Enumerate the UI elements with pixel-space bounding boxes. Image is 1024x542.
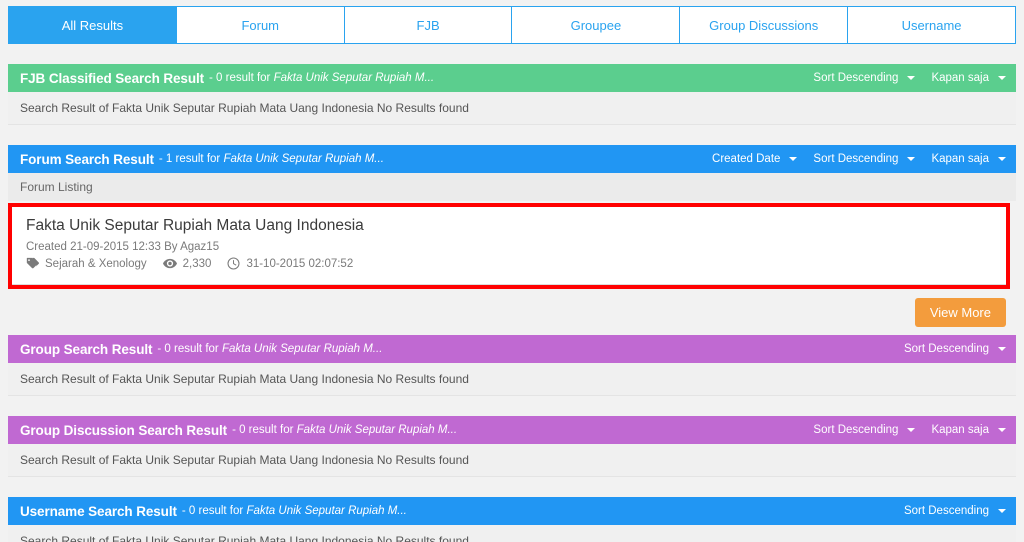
forum-sort-label: Sort Descending [813,153,899,165]
group-count-prefix: - 0 result for [157,343,222,355]
forum-timeframe-label: Kapan saja [931,153,989,165]
tab-label: Forum [241,17,280,33]
fjb-sort-label: Sort Descending [813,72,899,84]
forum-result-created: Created 21-09-2015 12:33 By Agaz15 [26,241,220,253]
username-result-count: - 0 result for Fakta Unik Seputar Rupiah… [182,505,407,517]
fjb-search-term: Fakta Unik Seputar Rupiah M... [273,72,435,84]
chevron-down-icon [907,428,916,432]
forum-result-time-label: 31-10-2015 02:07:52 [246,257,354,270]
highlighted-result-region: Fakta Unik Seputar Rupiah Mata Uang Indo… [8,203,1010,289]
fjb-section-title: FJB Classified Search Result [20,70,205,86]
search-scope-tabs: All Results Forum FJB Groupee Group Disc… [0,6,1024,44]
tab-fjb[interactable]: FJB [344,6,513,44]
fjb-timeframe-label: Kapan saja [931,72,989,84]
section-username: Username Search Result - 0 result for Fa… [8,497,1016,542]
chevron-down-icon [998,428,1006,432]
section-group: Group Search Result - 0 result for Fakta… [8,335,1016,396]
username-sort-label: Sort Descending [903,505,989,517]
clock-icon [227,257,240,270]
tab-label: Group Discussions [709,17,819,33]
username-count-prefix: - 0 result for [181,505,247,517]
forum-result-views: 2,330 [162,257,212,270]
group-discussion-sort-label: Sort Descending [813,424,899,436]
group-empty-message: Search Result of Fakta Unik Seputar Rupi… [8,363,1016,396]
group-discussion-section-title: Group Discussion Search Result [20,422,228,438]
forum-result-item[interactable]: Fakta Unik Seputar Rupiah Mata Uang Indo… [12,207,1006,285]
section-forum: Forum Search Result - 1 result for Fakta… [8,145,1016,327]
forum-section-header: Forum Search Result - 1 result for Fakta… [8,145,1016,173]
forum-timeframe-dropdown[interactable]: Kapan saja [931,153,1006,165]
fjb-result-count: - 0 result for Fakta Unik Seputar Rupiah… [209,72,434,84]
fjb-timeframe-dropdown[interactable]: Kapan saja [931,72,1006,84]
fjb-sort-dropdown[interactable]: Sort Descending [813,72,916,84]
forum-count-prefix: - 1 result for [158,153,224,165]
chevron-down-icon [789,157,798,161]
group-discussion-section-header: Group Discussion Search Result - 0 resul… [8,416,1016,444]
forum-result-title[interactable]: Fakta Unik Seputar Rupiah Mata Uang Indo… [26,217,992,235]
username-sort-dropdown[interactable]: Sort Descending [904,505,1006,517]
section-fjb-classified: FJB Classified Search Result - 0 result … [8,64,1016,125]
chevron-down-icon [998,509,1006,513]
tab-groupee[interactable]: Groupee [512,6,681,44]
username-section-header: Username Search Result - 0 result for Fa… [8,497,1016,525]
fjb-section-header: FJB Classified Search Result - 0 result … [8,64,1016,92]
view-more-row: View More [8,289,1016,327]
forum-result-views-count: 2,330 [182,257,212,270]
tab-group-discussions[interactable]: Group Discussions [680,6,849,44]
forum-result-count: - 1 result for Fakta Unik Seputar Rupiah… [159,153,384,165]
chevron-down-icon [907,157,916,161]
view-more-button[interactable]: View More [914,298,1006,327]
username-search-term: Fakta Unik Seputar Rupiah M... [246,505,407,517]
group-sort-dropdown[interactable]: Sort Descending [904,343,1006,355]
group-section-title: Group Search Result [20,341,153,357]
eye-icon [162,257,177,270]
fjb-count-prefix: - 0 result for [209,72,274,84]
group-discussion-sort-dropdown[interactable]: Sort Descending [813,424,916,436]
chevron-down-icon [998,157,1006,161]
group-result-count: - 0 result for Fakta Unik Seputar Rupiah… [157,343,382,355]
tab-label: Username [901,17,962,33]
tab-label: FJB [416,17,440,33]
chevron-down-icon [907,76,916,80]
forum-result-meta: Sejarah & Xenology 2,330 31-10-2015 02:0… [26,257,992,270]
forum-created-date-dropdown[interactable]: Created Date [712,153,798,165]
group-search-term: Fakta Unik Seputar Rupiah M... [221,343,383,355]
forum-result-timestamp: 31-10-2015 02:07:52 [227,257,353,270]
group-discussion-result-count: - 0 result for Fakta Unik Seputar Rupiah… [232,424,457,436]
forum-created-date-label: Created Date [712,153,781,165]
tab-label: All Results [61,17,124,33]
fjb-empty-message: Search Result of Fakta Unik Seputar Rupi… [8,92,1016,125]
forum-result-category[interactable]: Sejarah & Xenology [26,257,147,270]
forum-section-title: Forum Search Result [20,151,154,167]
group-section-header: Group Search Result - 0 result for Fakta… [8,335,1016,363]
tab-forum[interactable]: Forum [176,6,345,44]
username-section-title: Username Search Result [20,503,177,519]
group-discussion-empty-message: Search Result of Fakta Unik Seputar Rupi… [8,444,1016,477]
chevron-down-icon [998,347,1006,351]
group-sort-label: Sort Descending [903,343,989,355]
tab-label: Groupee [570,17,622,33]
tag-icon [26,257,39,270]
forum-sort-dropdown[interactable]: Sort Descending [813,153,916,165]
forum-listing-label: Forum Listing [8,173,1016,201]
group-discussion-timeframe-label: Kapan saja [931,424,989,436]
group-discussion-timeframe-dropdown[interactable]: Kapan saja [931,424,1006,436]
forum-result-category-label: Sejarah & Xenology [45,257,147,270]
group-discussion-search-term: Fakta Unik Seputar Rupiah M... [296,424,458,436]
username-empty-message: Search Result of Fakta Unik Seputar Rupi… [8,525,1016,542]
forum-search-term: Fakta Unik Seputar Rupiah M... [223,153,384,165]
chevron-down-icon [998,76,1006,80]
tab-username[interactable]: Username [848,6,1016,44]
tab-all-results[interactable]: All Results [8,6,177,44]
section-group-discussion: Group Discussion Search Result - 0 resul… [8,416,1016,477]
group-discussion-count-prefix: - 0 result for [232,424,297,436]
